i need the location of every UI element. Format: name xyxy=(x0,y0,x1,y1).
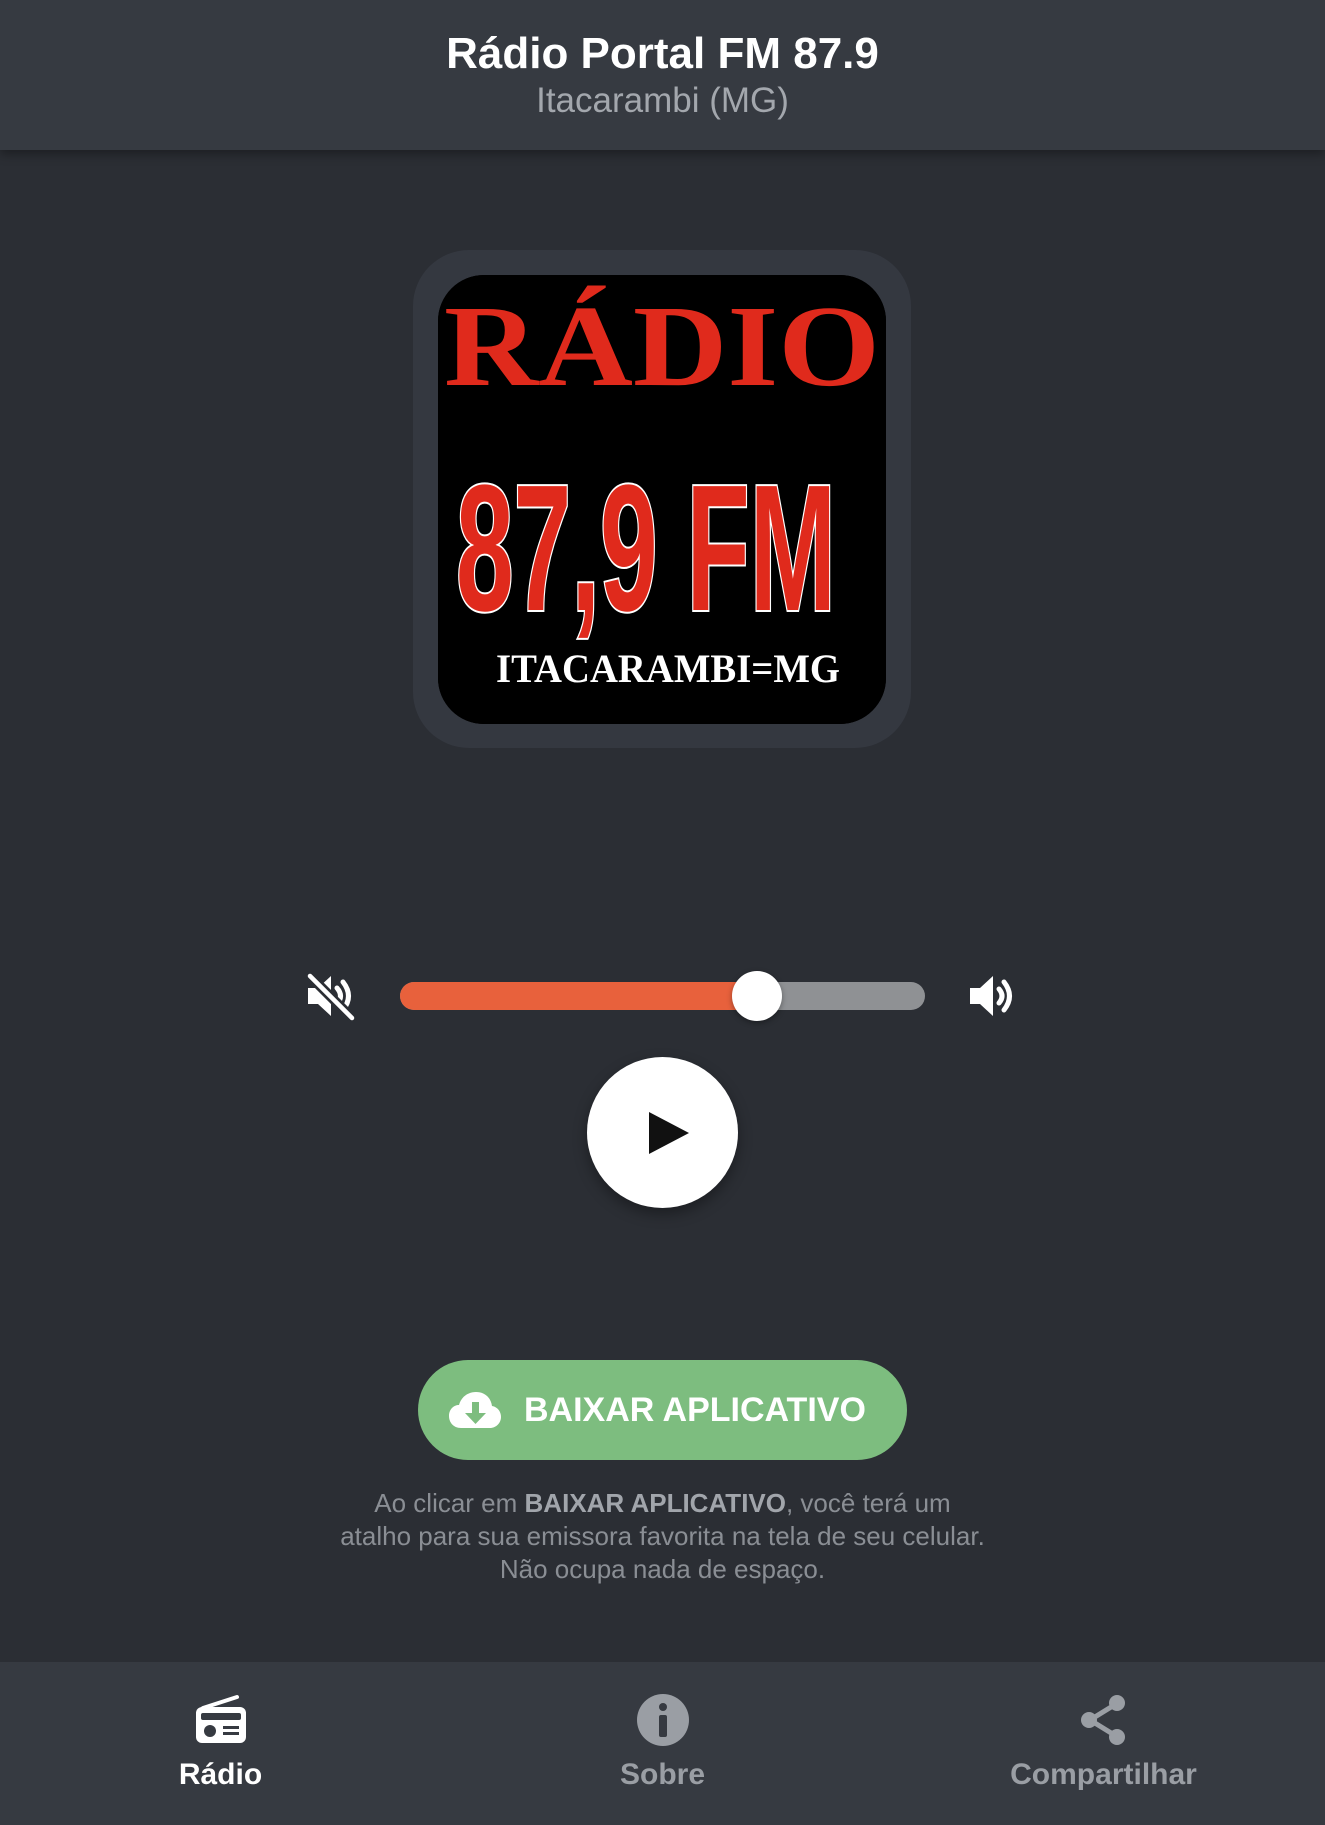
radio-icon xyxy=(193,1692,249,1748)
station-title: Rádio Portal FM 87.9 xyxy=(446,29,879,78)
download-app-button[interactable]: BAIXAR APLICATIVO xyxy=(418,1360,907,1460)
volume-fill xyxy=(400,982,757,1010)
volume-up-icon xyxy=(970,976,1012,1016)
nav-tab-sobre[interactable]: Sobre xyxy=(442,1662,883,1825)
volume-max-button[interactable] xyxy=(966,968,1022,1024)
station-location: Itacarambi (MG) xyxy=(536,81,789,120)
cloud-download-icon xyxy=(449,1392,501,1428)
nav-label-compartilhar: Compartilhar xyxy=(1010,1758,1197,1791)
download-note: Ao clicar em BAIXAR APLICATIVO, você ter… xyxy=(340,1487,985,1586)
logo-line-3: ITACARAMBI=MG xyxy=(496,646,840,691)
mute-button[interactable] xyxy=(304,968,360,1024)
nav-tab-compartilhar[interactable]: Compartilhar xyxy=(883,1662,1324,1825)
nav-label-radio: Rádio xyxy=(178,1758,263,1791)
download-note-prefix: Ao clicar em xyxy=(374,1488,525,1518)
play-button[interactable] xyxy=(587,1057,738,1208)
volume-slider[interactable] xyxy=(400,971,925,1021)
radio-player-page: Rádio Portal FM 87.9 Itacarambi (MG) RÁD… xyxy=(0,0,1325,1825)
volume-controls xyxy=(300,960,1025,1030)
nav-label-sobre: Sobre xyxy=(619,1758,706,1791)
logo-line-2: 87,9 FM xyxy=(456,448,836,649)
station-logo-frame: RÁDIO 87,9 FM ITACARAMBI=MG xyxy=(413,250,911,748)
logo-line-1: RÁDIO xyxy=(444,283,880,411)
download-note-bold: BAIXAR APLICATIVO xyxy=(524,1488,786,1518)
volume-thumb[interactable] xyxy=(732,971,782,1021)
station-logo: RÁDIO 87,9 FM ITACARAMBI=MG xyxy=(438,275,886,724)
download-app-label: BAIXAR APLICATIVO xyxy=(524,1391,866,1429)
bottom-navigation: Rádio Sobre Compartilhar xyxy=(0,1662,1325,1825)
app-header: Rádio Portal FM 87.9 Itacarambi (MG) xyxy=(0,0,1325,150)
play-icon xyxy=(649,1112,689,1154)
nav-tab-radio[interactable]: Rádio xyxy=(0,1662,441,1825)
volume-mute-icon xyxy=(305,971,357,1023)
info-icon xyxy=(635,1692,691,1748)
share-icon xyxy=(1076,1692,1132,1748)
station-logo-image: RÁDIO 87,9 FM ITACARAMBI=MG xyxy=(438,275,886,724)
